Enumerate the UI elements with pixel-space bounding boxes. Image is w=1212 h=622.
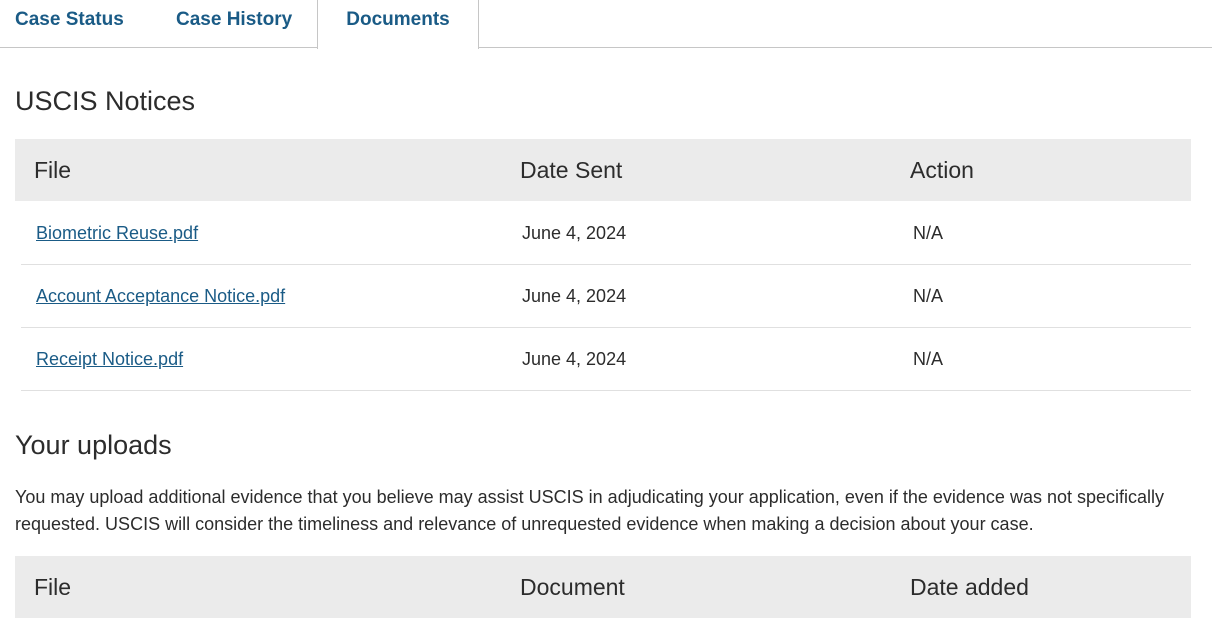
column-header-action: Action — [910, 157, 974, 183]
tab-case-history[interactable]: Case History — [176, 0, 292, 48]
action-value: N/A — [913, 349, 944, 369]
uploads-description: You may upload additional evidence that … — [15, 487, 1165, 534]
column-header-date-sent: Date Sent — [520, 157, 623, 183]
action-value: N/A — [913, 223, 944, 243]
date-sent: June 4, 2024 — [522, 223, 627, 243]
column-header-document: Document — [520, 574, 625, 600]
notices-table-header: File Date Sent Action — [15, 139, 1191, 201]
column-header-date-added: Date added — [910, 574, 1029, 600]
uploads-table-header: File Document Date added — [15, 556, 1191, 618]
action-value: N/A — [913, 286, 944, 306]
date-sent: June 4, 2024 — [522, 286, 627, 306]
column-header-file: File — [34, 157, 72, 183]
date-sent: June 4, 2024 — [522, 349, 627, 369]
tab-case-status[interactable]: Case Status — [15, 0, 124, 48]
notices-title: USCIS Notices — [15, 86, 196, 116]
table-row: Receipt Notice.pdf June 4, 2024 N/A — [21, 328, 1191, 391]
uploads-title: Your uploads — [15, 430, 172, 460]
column-header-file: File — [34, 574, 72, 600]
file-link[interactable]: Biometric Reuse.pdf — [36, 202, 198, 265]
tab-documents[interactable]: Documents — [317, 0, 479, 49]
table-row: Account Acceptance Notice.pdf June 4, 20… — [21, 265, 1191, 328]
table-row: Biometric Reuse.pdf June 4, 2024 N/A — [21, 202, 1191, 265]
file-link[interactable]: Receipt Notice.pdf — [36, 328, 183, 391]
tab-bar: Case Status Case History Documents — [0, 0, 1212, 49]
file-link[interactable]: Account Acceptance Notice.pdf — [36, 265, 285, 328]
